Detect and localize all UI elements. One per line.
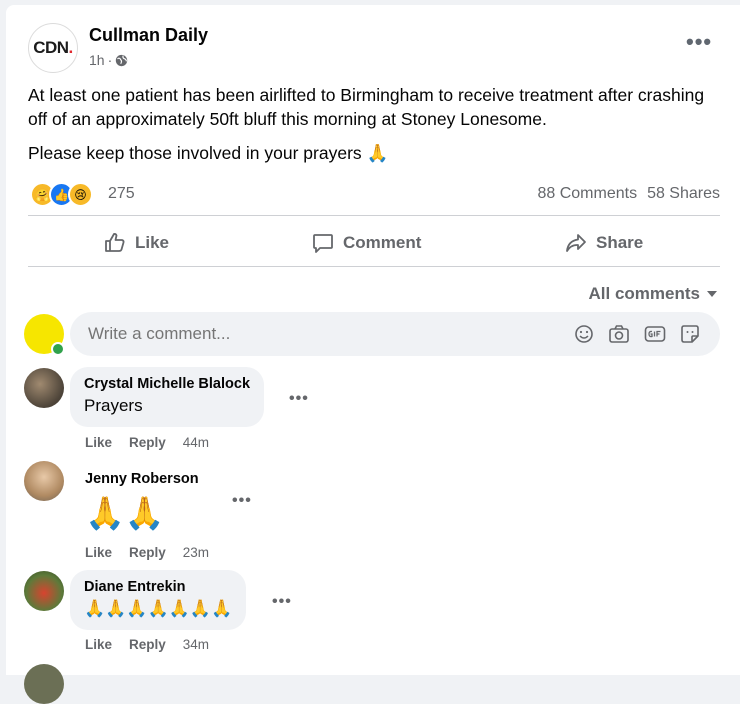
comment-reply-button[interactable]: Reply bbox=[129, 435, 166, 450]
commenter-name[interactable]: Diane Entrekin bbox=[84, 578, 232, 597]
reaction-icons[interactable]: 🤗 👍 😢 bbox=[30, 182, 93, 207]
comment-like-button[interactable]: Like bbox=[85, 435, 112, 450]
post-paragraph-1: At least one patient has been airlifted … bbox=[28, 85, 705, 129]
gif-icon[interactable] bbox=[644, 325, 666, 343]
comment-button-label: Comment bbox=[343, 233, 422, 252]
comment-reply-button[interactable]: Reply bbox=[129, 637, 166, 652]
share-arrow-icon bbox=[564, 231, 588, 255]
comment-time[interactable]: 23m bbox=[183, 545, 209, 560]
post-paragraph-2: Please keep those involved in your praye… bbox=[28, 141, 718, 165]
online-status-dot bbox=[51, 342, 65, 356]
logo-dot: . bbox=[68, 38, 74, 57]
comment-sort-dropdown[interactable]: All comments bbox=[589, 284, 718, 304]
post-body: At least one patient has been airlifted … bbox=[28, 83, 718, 175]
comment-text: Prayers bbox=[84, 396, 143, 415]
comments-count-link[interactable]: 88 Comments bbox=[537, 185, 637, 203]
sticker-icon[interactable] bbox=[680, 324, 700, 344]
post-paragraph-2-text: Please keep those involved in your praye… bbox=[28, 143, 362, 163]
prayer-hands-icon: 🙏 bbox=[366, 143, 389, 163]
comment-time[interactable]: 44m bbox=[183, 435, 209, 450]
camera-icon[interactable] bbox=[608, 324, 630, 344]
comment-bubble: Crystal Michelle Blalock Prayers bbox=[70, 367, 265, 427]
page-avatar[interactable]: CDN. bbox=[28, 23, 78, 73]
commenter-name[interactable]: Crystal Michelle Blalock bbox=[84, 375, 250, 394]
meta-separator: · bbox=[107, 52, 113, 68]
globe-icon bbox=[115, 54, 128, 67]
thumbs-up-icon bbox=[103, 231, 127, 255]
commenter-avatar[interactable] bbox=[24, 664, 64, 704]
comment-time[interactable]: 34m bbox=[183, 637, 209, 652]
comment-content: Jenny Roberson 🙏🙏 bbox=[85, 470, 199, 531]
comment-bubble-icon bbox=[311, 231, 335, 255]
commenter-avatar[interactable] bbox=[24, 571, 64, 611]
caret-down-icon bbox=[706, 289, 718, 299]
like-button[interactable]: Like bbox=[103, 223, 169, 263]
page-name[interactable]: Cullman Daily bbox=[89, 25, 208, 46]
emoji-icon[interactable] bbox=[574, 324, 594, 344]
like-button-label: Like bbox=[135, 233, 170, 252]
divider-bottom bbox=[28, 266, 720, 267]
divider-top bbox=[28, 215, 720, 216]
comment-actions: Like Reply 23m bbox=[85, 545, 209, 560]
comment-input[interactable] bbox=[86, 323, 560, 345]
comment-sort-label: All comments bbox=[588, 284, 700, 303]
prayer-hands-emoji-comment: 🙏🙏 bbox=[85, 495, 165, 531]
shares-count-link[interactable]: 58 Shares bbox=[647, 185, 720, 203]
post-meta: 1h · bbox=[89, 52, 128, 68]
comment-options-button[interactable]: ••• bbox=[272, 593, 292, 611]
share-button-label: Share bbox=[596, 233, 644, 252]
comment-like-button[interactable]: Like bbox=[85, 545, 112, 560]
reaction-count[interactable]: 275 bbox=[108, 185, 135, 203]
comment-options-button[interactable]: ••• bbox=[232, 492, 252, 510]
comment-button[interactable]: Comment bbox=[311, 223, 421, 263]
post-time[interactable]: 1h bbox=[89, 52, 105, 68]
comment-like-button[interactable]: Like bbox=[85, 637, 112, 652]
commenter-name[interactable]: Jenny Roberson bbox=[85, 470, 199, 489]
commenter-avatar[interactable] bbox=[24, 461, 64, 501]
comment-composer[interactable] bbox=[70, 312, 720, 356]
sad-reaction-icon: 😢 bbox=[68, 182, 93, 207]
share-button[interactable]: Share bbox=[564, 223, 643, 263]
comment-bubble: Diane Entrekin 🙏🙏🙏🙏🙏🙏🙏 bbox=[70, 570, 247, 630]
commenter-avatar[interactable] bbox=[24, 368, 64, 408]
comment-actions: Like Reply 34m bbox=[85, 637, 209, 652]
post-options-button[interactable]: ••• bbox=[686, 29, 712, 55]
post-card: CDN. Cullman Daily 1h · ••• At least one… bbox=[6, 5, 740, 704]
post-stats: 88 Comments 58 Shares bbox=[537, 185, 720, 203]
prayer-hands-emoji-comment: 🙏🙏🙏🙏🙏🙏🙏 bbox=[84, 599, 233, 618]
comment-reply-button[interactable]: Reply bbox=[129, 545, 166, 560]
comment-options-button[interactable]: ••• bbox=[289, 390, 309, 408]
comment-actions: Like Reply 44m bbox=[85, 435, 209, 450]
logo-text: CDN bbox=[33, 38, 69, 57]
